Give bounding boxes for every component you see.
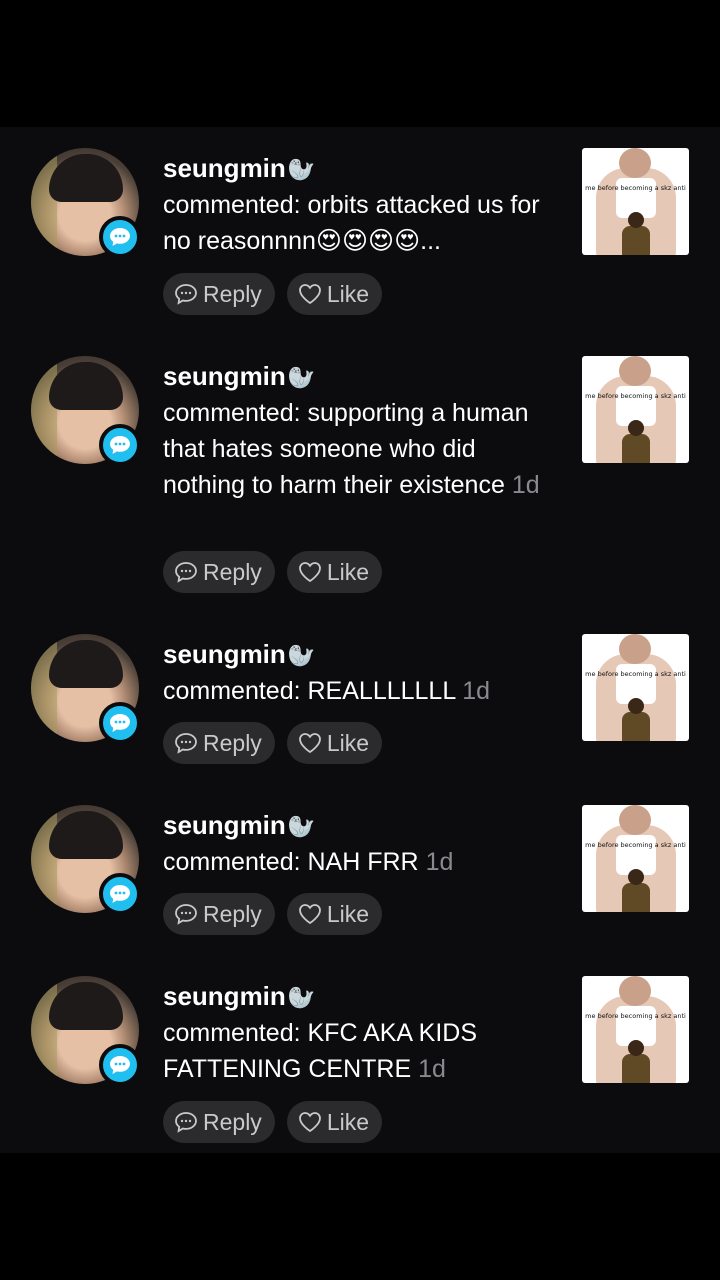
comment-actions: Reply Like	[163, 1101, 383, 1143]
heart-outline-icon	[298, 904, 321, 925]
like-label: Like	[326, 1108, 370, 1135]
comment-content: seungmin🦭 commented: orbits attacked us …	[163, 153, 563, 259]
like-button[interactable]: Like	[286, 893, 383, 935]
user-avatar[interactable]	[31, 356, 141, 466]
comment-actions: Reply Like	[163, 722, 383, 764]
reply-button[interactable]: Reply	[163, 722, 275, 764]
like-label: Like	[326, 280, 370, 307]
comment-text: commented: NAH FRR 1d	[163, 848, 454, 876]
heart-outline-icon	[298, 562, 321, 583]
comment-actions: Reply Like	[163, 551, 383, 593]
reply-bubble-icon	[175, 562, 197, 583]
comment-badge-icon	[99, 702, 141, 744]
like-label: Like	[326, 729, 370, 756]
video-thumbnail[interactable]: me before becoming a skz anti	[582, 148, 689, 255]
username[interactable]: seungmin🦭	[163, 639, 563, 671]
reply-button[interactable]: Reply	[163, 551, 275, 593]
heart-outline-icon	[298, 733, 321, 754]
reply-button[interactable]: Reply	[163, 893, 275, 935]
username-emoji: 🦭	[287, 985, 316, 1010]
username-emoji: 🦭	[287, 365, 316, 390]
reply-bubble-icon	[175, 284, 197, 305]
reply-bubble-icon	[175, 904, 197, 925]
timestamp: 1d	[462, 677, 491, 705]
like-button[interactable]: Like	[286, 551, 383, 593]
timestamp: 1d	[425, 848, 454, 876]
bottom-black-bar	[0, 1153, 720, 1280]
video-thumbnail[interactable]: me before becoming a skz anti	[582, 356, 689, 463]
reply-bubble-icon	[175, 1112, 197, 1133]
comment-text: commented: REALLLLLLL 1d	[163, 677, 491, 705]
like-button[interactable]: Like	[286, 722, 383, 764]
username-emoji: 🦭	[287, 157, 316, 182]
comment-text: commented: supporting a human that hates…	[163, 399, 540, 499]
reply-label: Reply	[203, 280, 262, 307]
video-thumbnail[interactable]: me before becoming a skz anti	[582, 634, 689, 741]
like-button[interactable]: Like	[286, 273, 383, 315]
user-avatar[interactable]	[31, 805, 141, 915]
thumbnail-caption: me before becoming a skz anti	[585, 670, 686, 678]
comment-content: seungmin🦭 commented: REALLLLLLL 1d	[163, 639, 563, 709]
thumbnail-caption: me before becoming a skz anti	[585, 841, 686, 849]
username[interactable]: seungmin🦭	[163, 153, 563, 185]
notification-feed[interactable]: seungmin🦭 commented: orbits attacked us …	[0, 127, 720, 1153]
thumbnail-caption: me before becoming a skz anti	[585, 184, 686, 192]
user-avatar[interactable]	[31, 976, 141, 1086]
reply-button[interactable]: Reply	[163, 273, 275, 315]
like-button[interactable]: Like	[286, 1101, 383, 1143]
comment-badge-icon	[99, 873, 141, 915]
username[interactable]: seungmin🦭	[163, 981, 563, 1013]
reply-label: Reply	[203, 729, 262, 756]
comment-actions: Reply Like	[163, 273, 383, 315]
reply-label: Reply	[203, 558, 262, 585]
timestamp: 1d	[511, 471, 540, 499]
username-emoji: 🦭	[287, 814, 316, 839]
comment-content: seungmin🦭 commented: NAH FRR 1d	[163, 810, 563, 880]
user-avatar[interactable]	[31, 634, 141, 744]
comment-badge-icon	[99, 424, 141, 466]
comment-actions: Reply Like	[163, 893, 383, 935]
heart-outline-icon	[298, 1112, 321, 1133]
comment-text: commented: orbits attacked us for no rea…	[163, 191, 540, 255]
comment-content: seungmin🦭 commented: KFC AKA KIDS FATTEN…	[163, 981, 563, 1087]
top-black-bar	[0, 0, 720, 127]
thumbnail-caption: me before becoming a skz anti	[585, 1012, 686, 1020]
username-emoji: 🦭	[287, 643, 316, 668]
like-label: Like	[326, 900, 370, 927]
reply-bubble-icon	[175, 733, 197, 754]
comment-content: seungmin🦭 commented: supporting a human …	[163, 361, 563, 503]
user-avatar[interactable]	[31, 148, 141, 258]
heart-outline-icon	[298, 284, 321, 305]
username[interactable]: seungmin🦭	[163, 810, 563, 842]
thumbnail-caption: me before becoming a skz anti	[585, 392, 686, 400]
timestamp: 1d	[418, 1055, 446, 1083]
username[interactable]: seungmin🦭	[163, 361, 563, 393]
reply-label: Reply	[203, 1108, 262, 1135]
comment-badge-icon	[99, 216, 141, 258]
video-thumbnail[interactable]: me before becoming a skz anti	[582, 976, 689, 1083]
video-thumbnail[interactable]: me before becoming a skz anti	[582, 805, 689, 912]
like-label: Like	[326, 558, 370, 585]
reply-label: Reply	[203, 900, 262, 927]
reply-button[interactable]: Reply	[163, 1101, 275, 1143]
comment-badge-icon	[99, 1044, 141, 1086]
comment-text: commented: KFC AKA KIDS FATTENING CENTRE…	[163, 1019, 478, 1083]
